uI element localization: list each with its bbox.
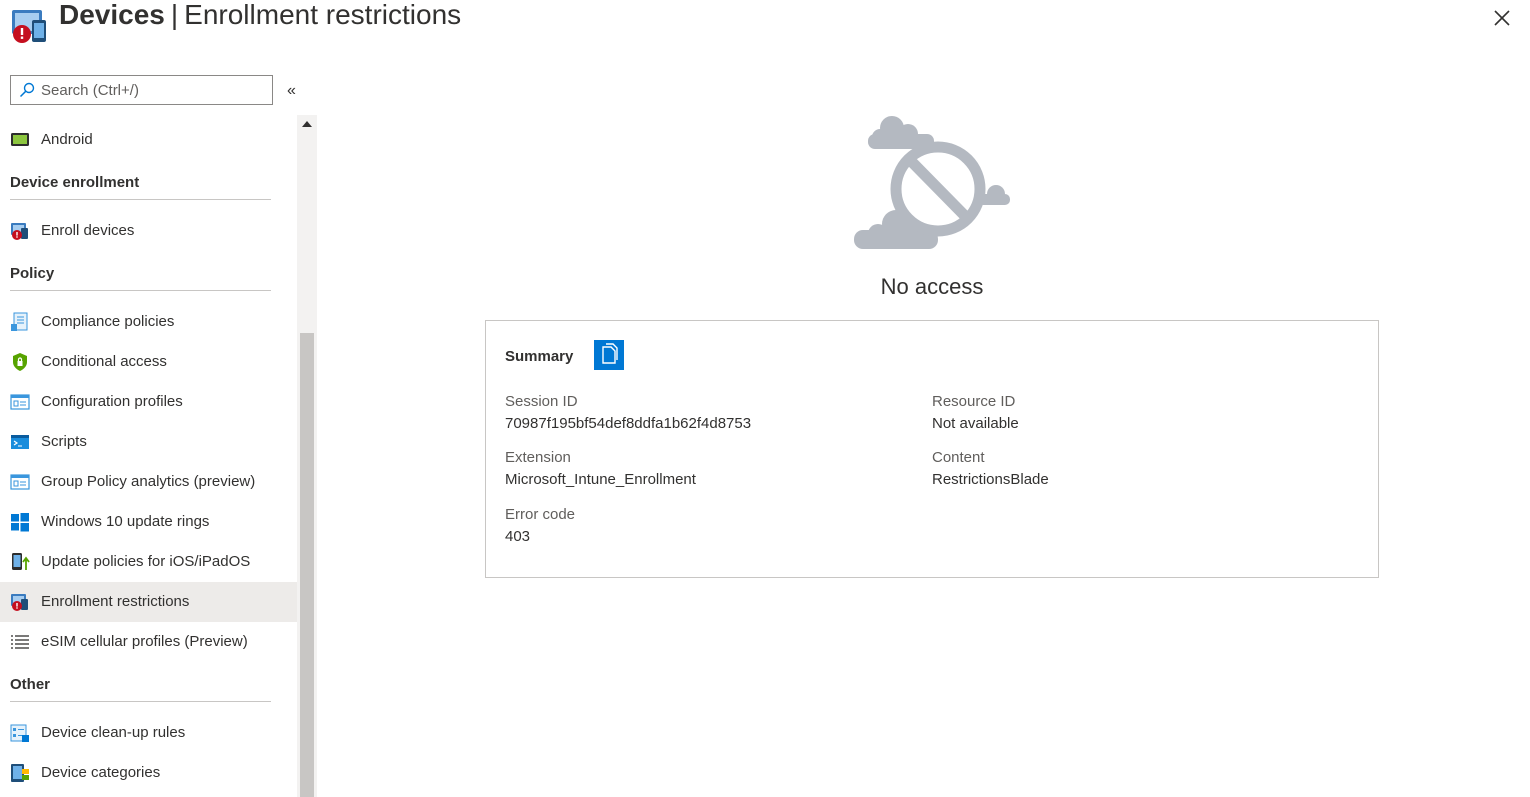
sidebar-item-label: Update policies for iOS/iPadOS bbox=[41, 553, 251, 570]
collapse-sidebar-button[interactable]: « bbox=[287, 82, 307, 102]
sidebar-item-label: Android bbox=[41, 131, 93, 148]
sidebar-item-label: Windows 10 update rings bbox=[41, 513, 210, 530]
sidebar-scrollbar[interactable] bbox=[297, 115, 317, 797]
resource-id-value: Not available bbox=[932, 415, 1019, 432]
sidebar-item-label: Enrollment restrictions bbox=[41, 593, 190, 610]
title-separator: | bbox=[170, 0, 179, 30]
extension-label: Extension bbox=[505, 449, 571, 466]
android-device-icon bbox=[11, 133, 29, 146]
sidebar-item-label: Device categories bbox=[41, 764, 161, 781]
sidebar-item-device-categories[interactable]: Device categories bbox=[0, 753, 297, 793]
sidebar-item-label: Compliance policies bbox=[41, 313, 175, 330]
sidebar-item-label: Group Policy analytics (preview) bbox=[41, 473, 256, 490]
section-header-policy: Policy bbox=[10, 257, 271, 291]
sidebar: Search (Ctrl+/) « Android Device enrollme… bbox=[0, 60, 318, 797]
error-summary-card: Summary Session ID 70987f195bf54def8ddfa… bbox=[485, 320, 1379, 578]
scroll-thumb[interactable] bbox=[300, 333, 314, 797]
content-value: RestrictionsBlade bbox=[932, 471, 1049, 488]
resource-id-field: Resource ID Not available bbox=[932, 392, 1019, 434]
section-header-label: Other bbox=[10, 676, 51, 693]
sidebar-item-label: Device clean-up rules bbox=[41, 724, 186, 741]
sidebar-item-enroll-devices[interactable]: Enroll devices bbox=[0, 211, 297, 251]
sidebar-item-compliance-policies[interactable]: Compliance policies bbox=[0, 302, 297, 342]
no-access-message: No access bbox=[880, 274, 984, 299]
resource-id-label: Resource ID bbox=[932, 393, 1016, 410]
sidebar-item-label: Configuration profiles bbox=[41, 393, 183, 410]
search-input[interactable]: Search (Ctrl+/) bbox=[10, 75, 273, 105]
terminal-icon bbox=[11, 435, 29, 449]
content-field: Content RestrictionsBlade bbox=[932, 448, 1049, 490]
extension-field: Extension Microsoft_Intune_Enrollment bbox=[505, 448, 696, 490]
sidebar-item-label: Conditional access bbox=[41, 353, 167, 370]
sidebar-item-esim-cellular-profiles-preview[interactable]: eSIM cellular profiles (Preview) bbox=[0, 622, 297, 662]
sidebar-item-label: Scripts bbox=[41, 433, 87, 450]
section-header-label: Policy bbox=[10, 265, 55, 282]
ios-update-icon bbox=[12, 553, 30, 570]
session-id-label: Session ID bbox=[505, 393, 578, 410]
copy-icon[interactable] bbox=[594, 340, 624, 370]
sidebar-item-enrollment-restrictions[interactable]: Enrollment restrictions bbox=[0, 582, 297, 622]
profile-list-icon bbox=[10, 474, 30, 490]
shield-lock-icon bbox=[13, 353, 27, 371]
sidebar-item-label: eSIM cellular profiles (Preview) bbox=[41, 633, 248, 650]
page-title-blade: Enrollment restrictions bbox=[184, 0, 462, 30]
session-id-value: 70987f195bf54def8ddfa1b62f4d8753 bbox=[505, 415, 752, 432]
extension-value: Microsoft_Intune_Enrollment bbox=[505, 471, 696, 488]
sidebar-item-windows-10-update-rings[interactable]: Windows 10 update rings bbox=[0, 502, 297, 542]
sidebar-item-update-policies-for-ios-ipados[interactable]: Update policies for iOS/iPadOS bbox=[0, 542, 297, 582]
section-header-device-enrollment: Device enrollment bbox=[10, 166, 271, 200]
blade-header: Devices | Enrollment restrictions bbox=[0, 0, 1530, 50]
devices-warning-icon bbox=[11, 223, 28, 240]
devices-warning-icon bbox=[11, 594, 28, 611]
section-header-label: Device enrollment bbox=[10, 174, 140, 191]
search-placeholder: Search (Ctrl+/) bbox=[41, 82, 139, 99]
sidebar-item-scripts[interactable]: Scripts bbox=[0, 422, 297, 462]
sidebar-nav: Android Device enrollment Enroll devices Po… bbox=[0, 120, 297, 797]
close-icon[interactable] bbox=[1488, 4, 1516, 32]
device-categories-icon bbox=[11, 764, 29, 782]
error-code-field: Error code 403 bbox=[505, 505, 575, 547]
sidebar-item-group-policy-analytics-preview[interactable]: Group Policy analytics (preview) bbox=[0, 462, 297, 502]
list-icon bbox=[11, 635, 29, 649]
error-code-value: 403 bbox=[505, 528, 531, 545]
sidebar-item-label: Enroll devices bbox=[41, 222, 135, 239]
devices-warning-icon bbox=[12, 10, 46, 43]
profile-list-icon bbox=[10, 394, 30, 410]
content-label: Content bbox=[932, 449, 985, 466]
windows-logo-icon bbox=[11, 513, 29, 532]
section-header-other: Other bbox=[10, 668, 271, 702]
search-icon bbox=[19, 82, 35, 98]
compliance-document-icon bbox=[11, 312, 28, 331]
sidebar-item-conditional-access[interactable]: Conditional access bbox=[0, 342, 297, 382]
sidebar-item-device-clean-up-rules[interactable]: Device clean-up rules bbox=[0, 713, 297, 753]
page-title: Devices | Enrollment restrictions bbox=[59, 0, 461, 32]
scroll-up-icon[interactable] bbox=[297, 115, 317, 135]
summary-title: Summary bbox=[505, 348, 574, 365]
page-title-service: Devices bbox=[59, 0, 165, 30]
error-code-label: Error code bbox=[505, 506, 576, 523]
no-access-illustration bbox=[854, 116, 1010, 249]
cleanup-rules-icon bbox=[10, 724, 29, 742]
session-id-field: Session ID 70987f195bf54def8ddfa1b62f4d8… bbox=[505, 392, 751, 434]
sidebar-item-configuration-profiles[interactable]: Configuration profiles bbox=[0, 382, 297, 422]
sidebar-item-android[interactable]: Android bbox=[0, 120, 297, 160]
